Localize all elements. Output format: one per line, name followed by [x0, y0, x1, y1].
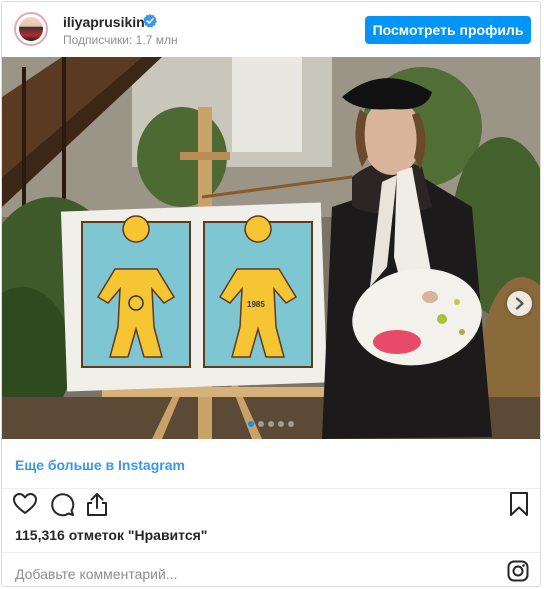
- instagram-icon[interactable]: [507, 560, 529, 582]
- painting-text: 1985: [247, 300, 265, 309]
- comment-input[interactable]: Добавьте комментарий...: [15, 566, 177, 582]
- carousel-dot: [258, 421, 264, 427]
- carousel-dot: [248, 421, 254, 427]
- instagram-embed: iliyaprusikin Подписчики: 1.7 млн Посмот…: [1, 1, 541, 587]
- view-profile-button[interactable]: Посмотреть профиль: [365, 16, 531, 44]
- post-image: 1985: [2, 57, 540, 439]
- post-photo[interactable]: 1985: [2, 57, 540, 439]
- carousel-dot: [278, 421, 284, 427]
- followers-count: Подписчики: 1.7 млн: [63, 33, 178, 47]
- more-on-instagram-link[interactable]: Еще больше в Instagram: [15, 457, 185, 473]
- chevron-right-icon: [515, 297, 524, 310]
- verified-badge-icon: [143, 14, 157, 28]
- avatar[interactable]: [14, 12, 48, 46]
- comment-icon[interactable]: [49, 491, 75, 517]
- comment-row: Добавьте комментарий...: [2, 552, 540, 586]
- more-row: Еще больше в Instagram: [2, 439, 540, 489]
- carousel-dot: [268, 421, 274, 427]
- carousel-next-button[interactable]: [507, 291, 532, 316]
- heart-icon[interactable]: [12, 491, 38, 517]
- carousel-dots: [248, 421, 294, 427]
- bookmark-icon[interactable]: [506, 491, 532, 517]
- carousel-dot: [288, 421, 294, 427]
- username-link[interactable]: iliyaprusikin: [63, 14, 145, 30]
- likes-count[interactable]: 115,316 отметок "Нравится": [15, 527, 207, 543]
- share-icon[interactable]: [84, 491, 110, 517]
- post-header: iliyaprusikin Подписчики: 1.7 млн Посмот…: [2, 2, 540, 57]
- action-bar: [2, 489, 540, 523]
